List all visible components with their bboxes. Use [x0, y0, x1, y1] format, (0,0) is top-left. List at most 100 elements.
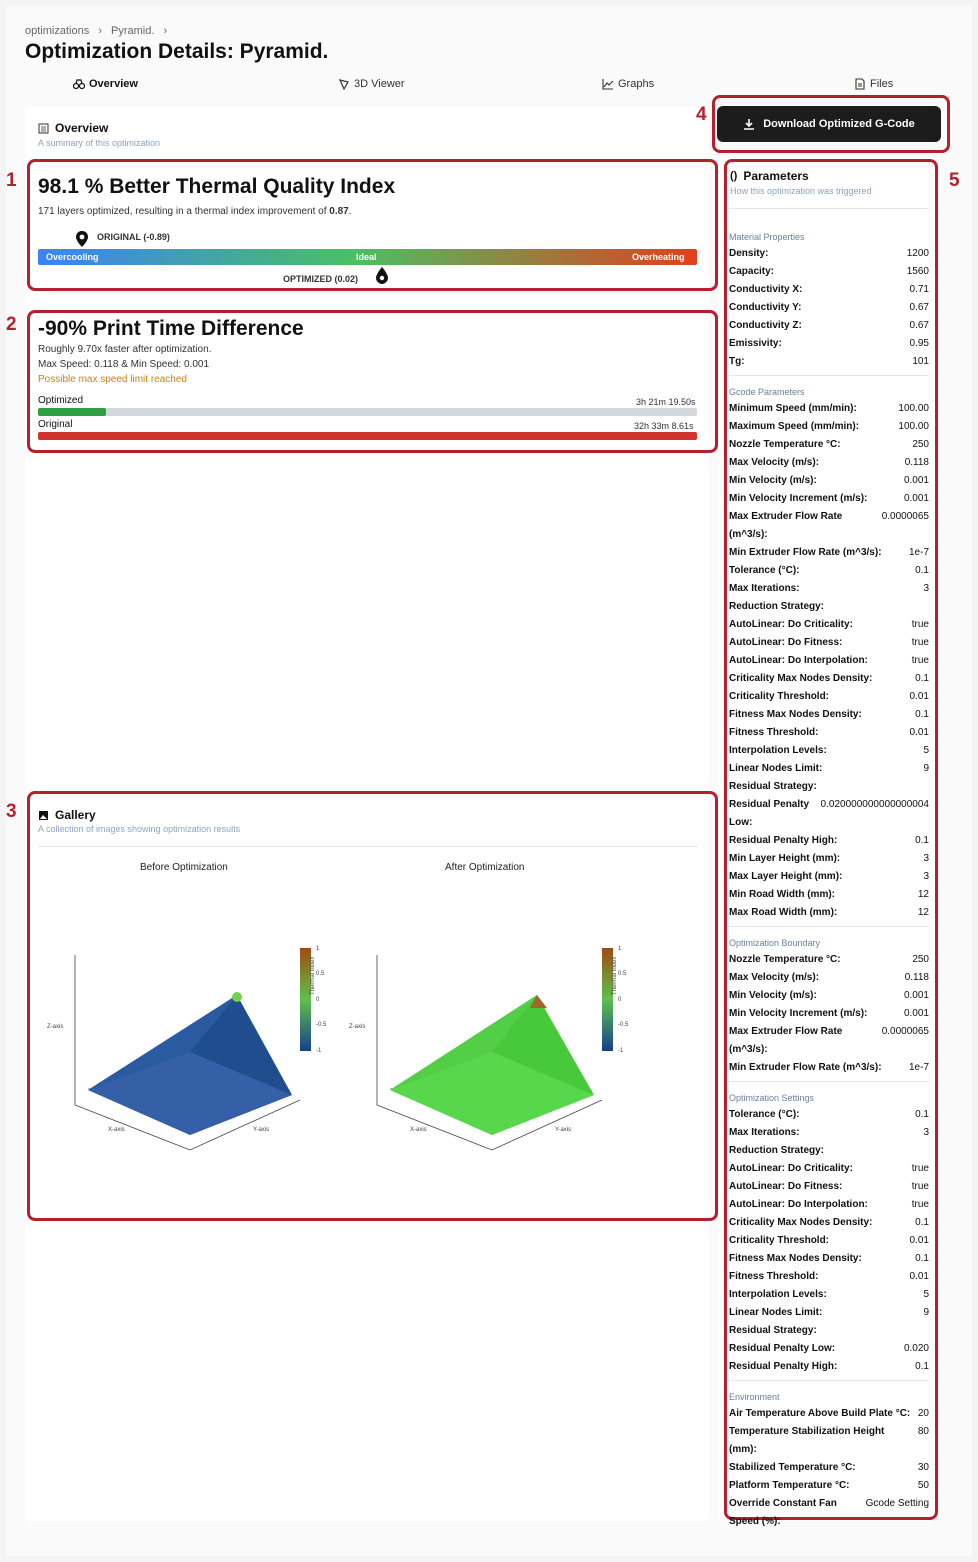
gallery-header: Gallery	[38, 808, 96, 822]
time-headline: -90% Print Time Difference	[38, 317, 304, 340]
time-speedup: Roughly 9.70x faster after optimization.	[38, 344, 212, 355]
parameter-value: 0.01	[909, 1271, 929, 1282]
parameter-section-title: Optimization Settings	[729, 1093, 815, 1103]
parameter-value: 1e-7	[908, 1062, 929, 1073]
parameter-value: 0.0000065	[881, 511, 929, 522]
parameter-row: Reduction Strategy:	[729, 598, 929, 616]
before-x-axis: X-axis	[108, 1127, 125, 1133]
parameter-value: 9	[923, 763, 929, 774]
parameter-value: 0.1	[915, 1253, 929, 1264]
parameter-key: Fitness Threshold:	[729, 727, 819, 738]
parameter-key: Maximum Speed (mm/min):	[729, 421, 860, 432]
parameter-row: Max Velocity (m/s): 0.118	[729, 969, 929, 987]
parameter-value: 0.1	[915, 1361, 929, 1372]
breadcrumb-pyramid[interactable]: Pyramid.	[111, 25, 154, 37]
annotation-number-5: 5	[949, 170, 960, 191]
parameter-key: Max Iterations:	[729, 583, 800, 594]
parameter-value: 0.1	[915, 1217, 929, 1228]
parameter-row: Criticality Threshold: 0.01	[729, 1232, 929, 1250]
parameter-key: Max Layer Height (mm):	[729, 871, 843, 882]
binoculars-icon	[73, 79, 85, 90]
line-chart-icon	[602, 79, 614, 90]
parameter-row: Residual Penalty Low: 0.020	[729, 1340, 929, 1358]
parameter-value: 5	[923, 745, 929, 756]
parameter-row: Max Extruder Flow Rate (m^3/s): 0.0000065	[729, 508, 929, 544]
parameter-key: Fitness Threshold:	[729, 1271, 819, 1282]
parameter-key: Tolerance (°C):	[729, 1109, 800, 1120]
parameter-value: 0.1	[915, 709, 929, 720]
parameter-section-title: Gcode Parameters	[729, 387, 805, 397]
parameter-value: 0.71	[909, 284, 929, 295]
before-tick: 0	[316, 997, 320, 1003]
parameter-value: 1560	[906, 266, 929, 277]
parameter-row: Min Extruder Flow Rate (m^3/s): 1e-7	[729, 1059, 929, 1077]
parameter-value: 100.00	[898, 403, 929, 414]
drop-icon	[376, 267, 388, 284]
section-divider	[729, 375, 929, 376]
annotation-number-1: 1	[6, 170, 17, 191]
parameter-value: 0.67	[909, 320, 929, 331]
gallery-divider	[38, 846, 698, 847]
tab-bar: Overview 3D Viewer Graphs Files	[25, 78, 955, 96]
braces-icon: ()	[730, 170, 738, 182]
parameter-value: 0.1	[915, 565, 929, 576]
original-time-label: Original	[38, 419, 73, 430]
overview-subtitle: A summary of this optimization	[38, 138, 161, 148]
parameter-value: 0.1	[915, 673, 929, 684]
parameter-row: Density: 1200	[729, 245, 929, 263]
parameter-row: Min Extruder Flow Rate (m^3/s): 1e-7	[729, 544, 929, 562]
after-x-axis: X-axis	[410, 1127, 427, 1133]
parameter-value: 0.118	[904, 457, 929, 468]
parameter-row: AutoLinear: Do Criticality: true	[729, 1160, 929, 1178]
breadcrumb: optimizations › Pyramid. ›	[25, 25, 173, 37]
parameter-value: 0.001	[903, 1008, 929, 1019]
optimized-time-fill	[38, 408, 106, 416]
before-y-axis: Y-axis	[253, 1127, 270, 1133]
parameter-key: AutoLinear: Do Fitness:	[729, 1181, 843, 1192]
parameter-value: 1e-7	[908, 547, 929, 558]
tab-files[interactable]: Files	[854, 78, 893, 90]
parameter-row: Max Iterations: 3	[729, 580, 929, 598]
optimized-time-value: 3h 21m 19.50s	[636, 397, 696, 407]
breadcrumb-optimizations[interactable]: optimizations	[25, 25, 89, 37]
annotation-number-2: 2	[6, 314, 17, 335]
parameter-value: 0.1	[915, 835, 929, 846]
parameter-key: Interpolation Levels:	[729, 1289, 827, 1300]
parameter-row: Conductivity Z: 0.67	[729, 317, 929, 335]
parameter-row: Capacity: 1560	[729, 263, 929, 281]
tab-3d-viewer[interactable]: 3D Viewer	[338, 78, 405, 90]
parameter-key: Fitness Max Nodes Density:	[729, 1253, 862, 1264]
parameter-value: 3	[923, 1127, 929, 1138]
parameter-key: Min Velocity Increment (m/s):	[729, 1008, 868, 1019]
parameter-key: Min Layer Height (mm):	[729, 853, 841, 864]
parameter-value: 9	[923, 1307, 929, 1318]
after-plot-title: After Optimization	[445, 862, 525, 873]
parameter-value: true	[911, 1181, 929, 1192]
parameter-key: Platform Temperature °C:	[729, 1480, 850, 1491]
after-tick: 1	[618, 946, 622, 952]
parameter-row: Min Layer Height (mm): 3	[729, 850, 929, 868]
parameter-key: Interpolation Levels:	[729, 745, 827, 756]
parameter-key: AutoLinear: Do Fitness:	[729, 637, 843, 648]
tab-graphs[interactable]: Graphs	[602, 78, 654, 90]
tab-overview[interactable]: Overview	[73, 78, 138, 90]
image-icon	[39, 810, 48, 820]
file-icon	[855, 78, 865, 90]
parameter-row: AutoLinear: Do Fitness: true	[729, 634, 929, 652]
parameter-key: Residual Penalty High:	[729, 835, 838, 846]
parameters-divider	[729, 208, 929, 209]
after-tick: 0.5	[618, 971, 627, 977]
parameter-row: Air Temperature Above Build Plate °C: 20	[729, 1405, 929, 1423]
parameter-value: 250	[912, 439, 929, 450]
parameter-key: Min Velocity (m/s):	[729, 475, 817, 486]
parameter-row: Linear Nodes Limit: 9	[729, 760, 929, 778]
parameter-key: Min Road Width (mm):	[729, 889, 836, 900]
parameter-key: AutoLinear: Do Interpolation:	[729, 655, 868, 666]
after-tick: 0	[618, 997, 622, 1003]
parameter-value: 0.118	[904, 972, 929, 983]
parameter-value: 0.001	[903, 493, 929, 504]
parameter-row: Platform Temperature °C: 50	[729, 1477, 929, 1495]
parameter-key: Max Extruder Flow Rate (m^3/s):	[729, 1026, 843, 1055]
parameter-row: Residual Strategy:	[729, 778, 929, 796]
parameter-key: Stabilized Temperature °C:	[729, 1462, 856, 1473]
